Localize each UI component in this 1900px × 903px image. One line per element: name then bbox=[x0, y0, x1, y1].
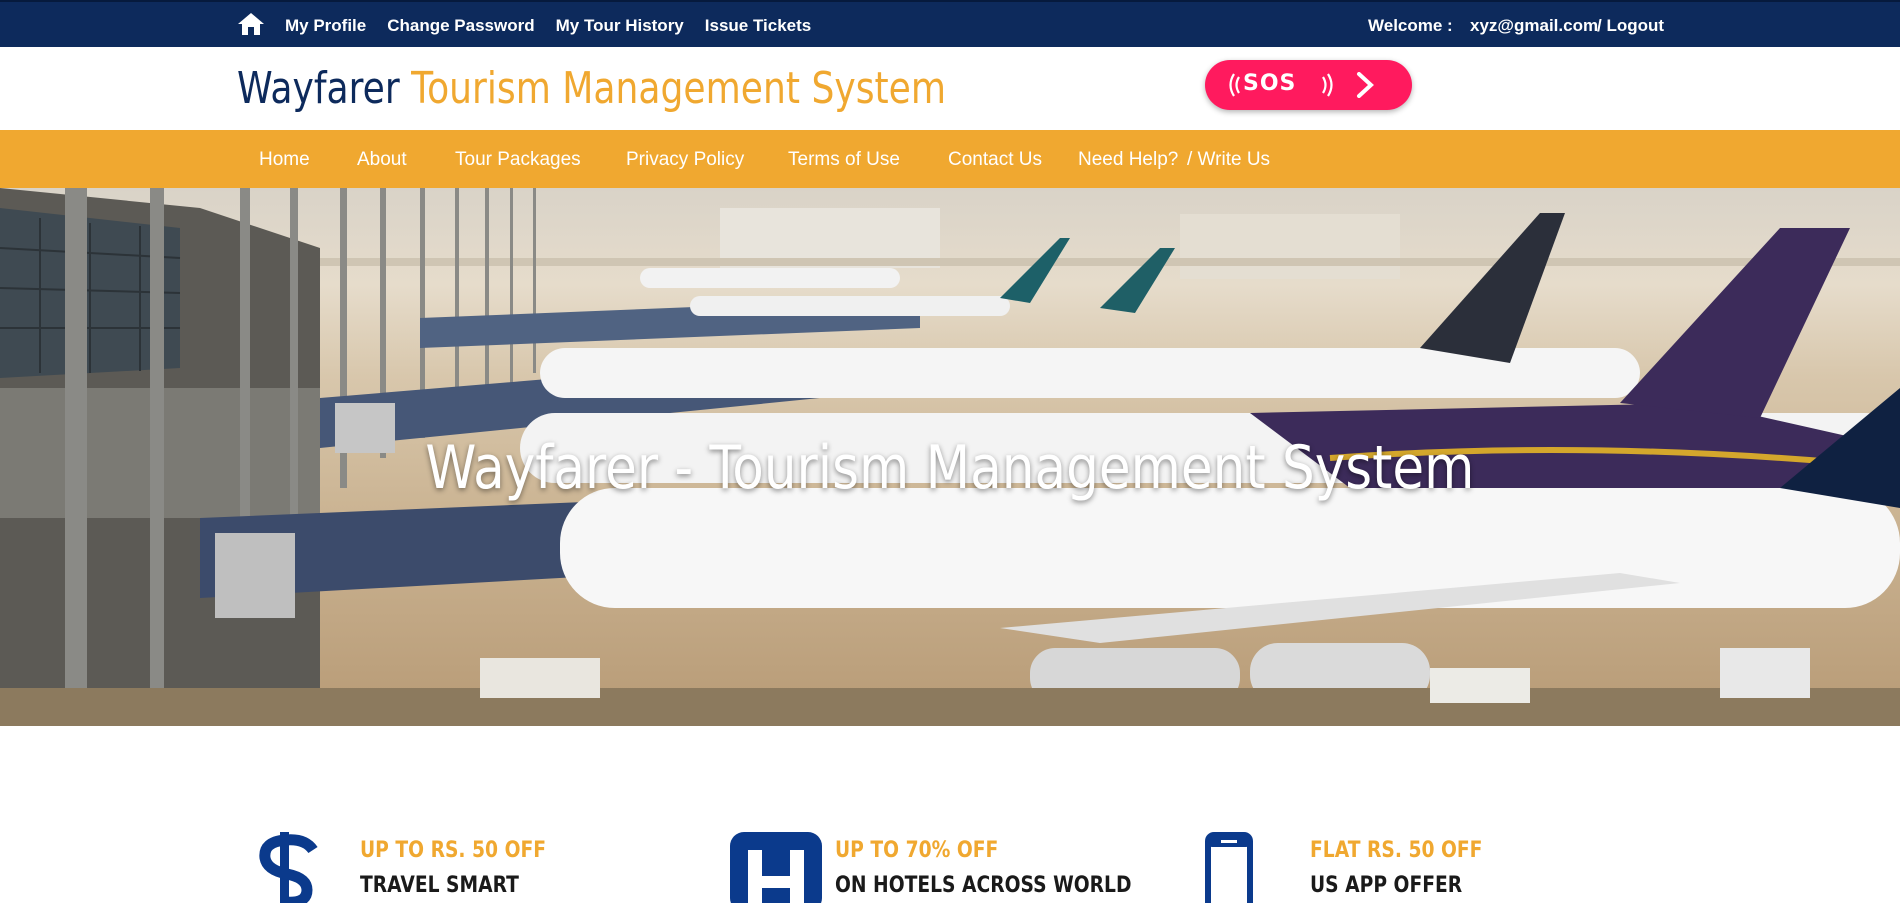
top-bar: My Profile Change Password My Tour Histo… bbox=[0, 0, 1900, 47]
welcome-label: Welcome : bbox=[1368, 16, 1453, 35]
hotel-icon bbox=[730, 832, 822, 903]
sos-button[interactable]: SOS bbox=[1205, 60, 1412, 110]
offers-section: UP TO RS. 50 OFF TRAVEL SMART UP TO 70% … bbox=[0, 726, 1900, 903]
site-logo[interactable]: Wayfarer Tourism Management System bbox=[237, 63, 946, 114]
top-links: My Profile Change Password My Tour Histo… bbox=[285, 16, 811, 36]
hero-title: Wayfarer - Tourism Management System bbox=[425, 433, 1475, 503]
hero-banner: Wayfarer - Tourism Management System bbox=[0, 188, 1900, 726]
offer-subtitle: ON HOTELS ACROSS WORLD bbox=[835, 873, 1132, 898]
nav-tour-packages[interactable]: Tour Packages bbox=[455, 149, 581, 171]
offer-title: UP TO RS. 50 OFF bbox=[360, 838, 547, 863]
chevron-right-icon bbox=[1357, 72, 1374, 98]
offer-title: FLAT RS. 50 OFF bbox=[1310, 838, 1483, 863]
nav-home[interactable]: Home bbox=[259, 149, 310, 171]
mobile-icon bbox=[1205, 832, 1253, 903]
nav-privacy-policy[interactable]: Privacy Policy bbox=[626, 149, 744, 171]
logo-name-part2: Tourism Management System bbox=[411, 63, 946, 114]
nav-need-help[interactable]: Need Help? bbox=[1078, 149, 1178, 171]
nav-terms-of-use[interactable]: Terms of Use bbox=[788, 149, 900, 171]
logout-link[interactable]: / Logout bbox=[1597, 16, 1664, 36]
logo-name-part1: Wayfarer bbox=[237, 63, 412, 114]
offer-subtitle: US APP OFFER bbox=[1310, 873, 1463, 898]
my-profile-link[interactable]: My Profile bbox=[285, 16, 366, 36]
sos-label: SOS bbox=[1243, 71, 1297, 96]
home-icon[interactable] bbox=[237, 12, 265, 36]
nav-about[interactable]: About bbox=[357, 149, 407, 171]
nav-contact-us[interactable]: Contact Us bbox=[948, 149, 1042, 171]
user-email: xyz@gmail.com bbox=[1470, 16, 1599, 35]
issue-tickets-link[interactable]: Issue Tickets bbox=[705, 16, 811, 36]
change-password-link[interactable]: Change Password bbox=[387, 16, 534, 36]
dollar-icon bbox=[259, 832, 318, 903]
brand-row: Wayfarer Tourism Management System SOS bbox=[0, 47, 1900, 130]
offer-title: UP TO 70% OFF bbox=[835, 838, 999, 863]
my-tour-history-link[interactable]: My Tour History bbox=[556, 16, 684, 36]
offer-subtitle: TRAVEL SMART bbox=[360, 873, 519, 898]
main-nav: Home About Tour Packages Privacy Policy … bbox=[0, 130, 1900, 188]
nav-write-us[interactable]: / Write Us bbox=[1187, 149, 1270, 171]
